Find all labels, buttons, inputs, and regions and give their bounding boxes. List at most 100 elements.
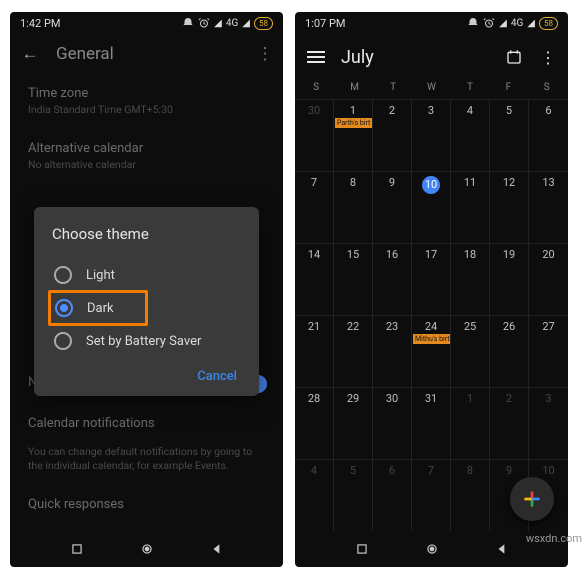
radio-icon — [54, 332, 72, 350]
day-header: S — [528, 82, 566, 93]
calendar-cell[interactable]: 19 — [490, 243, 529, 315]
calendar-cell[interactable]: 20 — [529, 243, 568, 315]
nav-recent-icon[interactable] — [70, 542, 84, 556]
calendar-cell[interactable]: 17 — [412, 243, 451, 315]
theme-option-dark[interactable]: Dark — [48, 290, 148, 326]
calendar-cell[interactable]: 8 — [451, 459, 490, 531]
signal-label: 4G — [511, 18, 523, 29]
day-header: W — [412, 82, 450, 93]
watermark: wsxdn.com — [526, 532, 582, 545]
calendar-cell[interactable]: 1Parth's birt — [334, 99, 373, 171]
calendar-cell[interactable]: 29 — [334, 387, 373, 459]
cancel-button[interactable]: Cancel — [197, 369, 237, 384]
calendar-cell[interactable]: 6 — [529, 99, 568, 171]
calendar-cell[interactable]: 28 — [295, 387, 334, 459]
calendar-cell[interactable]: 14 — [295, 243, 334, 315]
calendar-cell[interactable]: 22 — [334, 315, 373, 387]
dnd-icon — [467, 17, 479, 29]
phone-calendar: 1:07 PM ◢ 4G ◢ 58 July ⋮ SMTWTFS 301Part… — [295, 12, 568, 567]
appbar-title: General — [42, 44, 255, 64]
radio-icon — [55, 299, 73, 317]
system-nav — [10, 531, 283, 567]
nav-back-icon[interactable] — [210, 542, 224, 556]
calendar-cell[interactable]: 2 — [490, 387, 529, 459]
calendar-cell[interactable]: 3 — [412, 99, 451, 171]
calendar-title[interactable]: July — [341, 47, 506, 68]
today-icon[interactable] — [506, 49, 522, 65]
calendar-cell[interactable]: 12 — [490, 171, 529, 243]
calendar-event[interactable]: Mithu's birt — [413, 334, 451, 344]
calendar-toolbar: July ⋮ — [295, 34, 568, 80]
day-header: S — [297, 82, 335, 93]
phone-settings: 1:42 PM ◢ 4G ◢ 58 ← General ⋮ Time zone … — [10, 12, 283, 567]
fab-add-button[interactable] — [510, 477, 554, 521]
nav-recent-icon[interactable] — [355, 542, 369, 556]
calendar-cell[interactable]: 2 — [373, 99, 412, 171]
calendar-cell[interactable]: 30 — [373, 387, 412, 459]
status-bar: 1:07 PM ◢ 4G ◢ 58 — [295, 12, 568, 34]
calendar-cell[interactable]: 31 — [412, 387, 451, 459]
calendar-cell[interactable]: 11 — [451, 171, 490, 243]
nav-home-icon[interactable] — [425, 542, 439, 556]
calendar-grid: 301Parth's birt2345678910111213141516171… — [295, 99, 568, 531]
setting-alt-calendar[interactable]: Alternative calendar No alternative cale… — [28, 129, 265, 184]
hamburger-icon[interactable] — [307, 51, 325, 63]
calendar-cell[interactable]: 5 — [334, 459, 373, 531]
back-icon[interactable]: ← — [18, 44, 42, 64]
calendar-cell[interactable]: 15 — [334, 243, 373, 315]
calendar-cell[interactable]: 25 — [451, 315, 490, 387]
theme-option-battery[interactable]: Set by Battery Saver — [52, 323, 241, 359]
status-bar: 1:42 PM ◢ 4G ◢ 58 — [10, 12, 283, 34]
signal-label: 4G — [226, 18, 238, 29]
status-time: 1:42 PM — [20, 17, 60, 30]
calendar-cell[interactable]: 30 — [295, 99, 334, 171]
day-header: F — [489, 82, 527, 93]
status-right: ◢ 4G ◢ 58 — [182, 17, 273, 30]
calendar-cell[interactable]: 27 — [529, 315, 568, 387]
plus-icon — [521, 488, 543, 510]
calendar-cell[interactable]: 10 — [412, 171, 451, 243]
day-header: T — [374, 82, 412, 93]
calendar-cell[interactable]: 8 — [334, 171, 373, 243]
calendar-cell[interactable]: 4 — [451, 99, 490, 171]
calendar-cell[interactable]: 7 — [295, 171, 334, 243]
status-right: ◢ 4G ◢ 58 — [467, 17, 558, 30]
battery-pill: 58 — [539, 17, 558, 30]
calendar-cell[interactable]: 26 — [490, 315, 529, 387]
calendar-cell[interactable]: 23 — [373, 315, 412, 387]
alarm-icon — [483, 17, 495, 29]
overflow-icon[interactable]: ⋮ — [255, 44, 275, 64]
calendar-cell[interactable]: 4 — [295, 459, 334, 531]
day-header: M — [335, 82, 373, 93]
dialog-title: Choose theme — [52, 225, 241, 243]
app-bar: ← General ⋮ — [10, 34, 283, 74]
calendar-cell[interactable]: 5 — [490, 99, 529, 171]
calendar-cell[interactable]: 24Mithu's birt — [412, 315, 451, 387]
calendar-cell[interactable]: 6 — [373, 459, 412, 531]
status-time: 1:07 PM — [305, 17, 345, 30]
setting-cal-notifications[interactable]: Calendar notifications — [28, 404, 265, 445]
nav-back-icon[interactable] — [495, 542, 509, 556]
setting-cal-notifications-desc: You can change default notifications by … — [28, 445, 265, 484]
calendar-cell[interactable]: 1 — [451, 387, 490, 459]
theme-option-light[interactable]: Light — [52, 257, 241, 293]
dnd-icon — [182, 17, 194, 29]
calendar-cell[interactable]: 13 — [529, 171, 568, 243]
day-headers: SMTWTFS — [295, 80, 568, 99]
theme-dialog: Choose theme Light Dark Set by Battery S… — [34, 207, 259, 396]
nav-home-icon[interactable] — [140, 542, 154, 556]
calendar-cell[interactable]: 21 — [295, 315, 334, 387]
calendar-cell[interactable]: 3 — [529, 387, 568, 459]
alarm-icon — [198, 17, 210, 29]
calendar-event[interactable]: Parth's birt — [335, 118, 373, 128]
setting-quick-responses[interactable]: Quick responses — [28, 485, 265, 526]
setting-timezone[interactable]: Time zone India Standard Time GMT+5:30 — [28, 74, 265, 129]
calendar-cell[interactable]: 18 — [451, 243, 490, 315]
calendar-cell[interactable]: 7 — [412, 459, 451, 531]
calendar-cell[interactable]: 9 — [373, 171, 412, 243]
battery-pill: 58 — [254, 17, 273, 30]
overflow-icon[interactable]: ⋮ — [540, 48, 556, 67]
calendar-cell[interactable]: 16 — [373, 243, 412, 315]
day-header: T — [451, 82, 489, 93]
radio-icon — [54, 266, 72, 284]
